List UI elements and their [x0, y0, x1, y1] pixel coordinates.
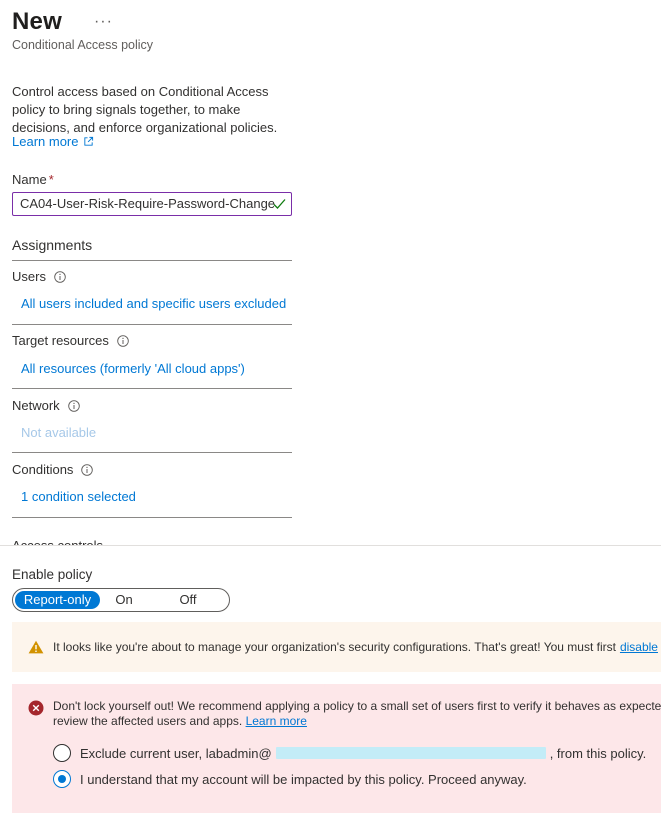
network-link: Not available	[21, 425, 97, 440]
access-controls-heading-partial: Access controls	[12, 538, 103, 545]
users-section-label: Users	[12, 269, 66, 284]
section-divider	[12, 388, 292, 389]
policy-name-value: CA04-User-Risk-Require-Password-Change	[20, 196, 276, 211]
error-learn-more-link[interactable]: Learn more	[246, 714, 307, 728]
info-icon[interactable]	[117, 334, 129, 347]
radio-button[interactable]	[53, 744, 71, 762]
target-resources-link[interactable]: All resources (formerly 'All cloud apps'…	[21, 361, 245, 376]
error-icon	[28, 700, 44, 716]
toggle-on[interactable]: On	[104, 591, 144, 609]
policy-name-input[interactable]: CA04-User-Risk-Require-Password-Change	[12, 192, 292, 216]
footer-divider	[0, 545, 661, 546]
enable-policy-toggle: Report-only On Off	[12, 588, 230, 612]
conditions-label: Conditions	[12, 462, 74, 477]
assignments-heading: Assignments	[12, 237, 93, 253]
exclude-option-prefix: Exclude current user, labadmin@	[80, 745, 272, 761]
info-icon[interactable]	[81, 463, 94, 476]
name-label-text: Name	[12, 172, 47, 187]
info-icon[interactable]	[67, 399, 80, 412]
warning-message-bar: It looks like you're about to manage you…	[12, 622, 661, 672]
users-label: Users	[12, 269, 46, 284]
error-text-line2: review the affected users and apps. Lear…	[53, 714, 661, 729]
warning-icon	[28, 640, 44, 654]
header: New ···	[12, 8, 113, 36]
radio-button-checked[interactable]	[53, 770, 71, 788]
name-label: Name *	[12, 172, 54, 187]
conditions-link[interactable]: 1 condition selected	[21, 489, 136, 504]
error-message-bar: Don't lock yourself out! We recommend ap…	[12, 684, 661, 813]
target-resources-label: Target resources	[12, 333, 109, 348]
page-subtitle: Conditional Access policy	[12, 38, 154, 52]
section-divider	[12, 452, 292, 453]
warning-disable-link[interactable]: disable	[620, 640, 658, 654]
conditions-section-label: Conditions	[12, 462, 94, 477]
learn-more-link[interactable]: Learn more	[12, 134, 94, 149]
exclude-option-suffix: , from this policy.	[549, 745, 647, 761]
section-divider	[12, 260, 292, 261]
target-resources-section-label: Target resources	[12, 333, 129, 348]
error-text-line2-label: review the affected users and apps.	[53, 714, 243, 728]
warning-text: It looks like you're about to manage you…	[53, 640, 616, 654]
redacted-email	[275, 747, 546, 759]
radio-proceed-anyway[interactable]: I understand that my account will be imp…	[53, 770, 527, 788]
users-link[interactable]: All users included and specific users ex…	[21, 296, 286, 311]
required-mark: *	[48, 172, 54, 187]
info-icon[interactable]	[54, 270, 66, 283]
page-title: New	[12, 8, 62, 35]
proceed-option-label: I understand that my account will be imp…	[80, 771, 527, 787]
network-section-label: Network	[12, 398, 80, 413]
learn-more-label: Learn more	[12, 134, 79, 149]
external-link-icon	[84, 136, 94, 146]
more-options-button[interactable]: ···	[94, 13, 113, 31]
toggle-off[interactable]: Off	[158, 591, 218, 609]
checkmark-icon	[273, 199, 286, 209]
section-divider	[12, 517, 292, 518]
network-label: Network	[12, 398, 60, 413]
section-divider	[12, 324, 292, 325]
conditional-access-new-policy-page: New ··· Conditional Access policy Contro…	[0, 0, 661, 823]
error-text: Don't lock yourself out! We recommend ap…	[53, 699, 661, 729]
policy-description: Control access based on Conditional Acce…	[12, 84, 278, 135]
enable-policy-label: Enable policy	[12, 567, 93, 582]
error-text-line1: Don't lock yourself out! We recommend ap…	[53, 699, 661, 713]
toggle-report-only[interactable]: Report-only	[15, 591, 100, 609]
radio-exclude-current-user[interactable]: Exclude current user, labadmin@ , from t…	[53, 744, 646, 762]
